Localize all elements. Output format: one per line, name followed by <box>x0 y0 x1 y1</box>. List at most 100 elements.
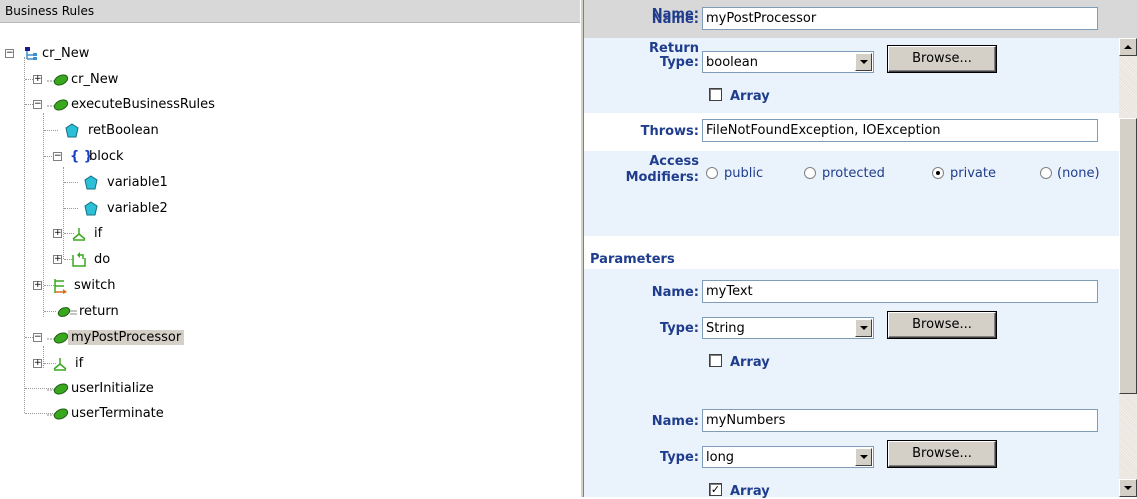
tree-node-cr-new[interactable]: + cr_New <box>0 71 200 89</box>
tree-label: cr_New <box>42 46 90 61</box>
pane-header: Business Rules <box>0 0 580 23</box>
business-rules-pane: Business Rules − cr_New + cr_New − execu… <box>0 0 580 497</box>
tree-label: block <box>89 149 124 164</box>
tree-label: if <box>75 356 84 371</box>
tree-label: return <box>79 304 119 319</box>
do-icon <box>72 252 86 267</box>
tree-node-if[interactable]: + if <box>0 225 200 243</box>
tree-node-block[interactable]: − { } block <box>0 148 200 166</box>
tree-node-variable2[interactable]: variable2 <box>0 200 220 218</box>
tree-label: variable2 <box>107 201 168 216</box>
param-name-label: Name: <box>651 285 699 300</box>
tree-node-cr-new-root[interactable]: − cr_New <box>0 45 200 63</box>
tree-label: userTerminate <box>71 406 164 421</box>
access-option-label: public <box>724 166 764 181</box>
access-label-2: Modifiers: <box>625 170 699 185</box>
access-radio-none[interactable] <box>1040 167 1052 179</box>
return-type-value: boolean <box>706 55 758 70</box>
collapse-icon[interactable]: − <box>5 49 14 58</box>
tree-label: do <box>94 252 111 267</box>
variable-icon <box>84 175 98 190</box>
class-icon <box>25 47 37 60</box>
throws-input[interactable]: FileNotFoundException, IOException <box>702 119 1098 142</box>
param-name-input[interactable]: myText <box>702 280 1098 303</box>
tree-label: myPostProcessor <box>68 330 185 345</box>
access-option-label: protected <box>822 166 885 181</box>
tree-node-if[interactable]: + if <box>0 355 200 373</box>
tree-label: variable1 <box>107 175 168 190</box>
return-type-array-label: Array <box>730 89 770 104</box>
expand-icon[interactable]: + <box>53 255 62 264</box>
tree-node-execute-business-rules[interactable]: − executeBusinessRules <box>0 96 260 114</box>
expand-icon[interactable]: + <box>53 229 62 238</box>
tree-node-variable1[interactable]: variable1 <box>0 174 220 192</box>
method-name-label: Name: <box>651 12 699 27</box>
scroll-up-icon[interactable] <box>1119 38 1137 56</box>
if-icon <box>53 358 67 371</box>
return-type-browse-button[interactable]: Browse... <box>888 46 996 72</box>
param-name-input[interactable]: myNumbers <box>702 409 1098 432</box>
param-type-value: long <box>706 450 735 465</box>
return-type-label-2: Type: <box>659 55 699 70</box>
scroll-down-icon[interactable] <box>1119 479 1137 497</box>
tree-label: userInitialize <box>71 381 154 396</box>
param-type-select[interactable]: long <box>702 446 874 468</box>
param-type-select[interactable]: String <box>702 317 874 339</box>
return-type-label-1: Return <box>649 41 699 56</box>
chevron-down-icon[interactable] <box>855 319 872 337</box>
access-radio-public[interactable] <box>706 167 718 179</box>
switch-icon <box>54 279 67 294</box>
return-icon <box>57 307 77 317</box>
tree-node-switch[interactable]: + switch <box>0 277 200 295</box>
expand-icon[interactable]: + <box>33 281 42 290</box>
tree-label: switch <box>74 278 116 293</box>
method-name-input[interactable]: myPostProcessor <box>702 7 1098 30</box>
param-type-label: Type: <box>659 321 699 336</box>
tree-node-user-terminate[interactable]: userTerminate <box>0 405 220 423</box>
tree-label: executeBusinessRules <box>71 97 215 112</box>
param-type-label: Type: <box>659 450 699 465</box>
tree-label: cr_New <box>71 72 119 87</box>
method-icon <box>47 99 69 111</box>
vertical-scrollbar[interactable] <box>1119 38 1137 497</box>
method-properties-pane: Name: Return Type: boolean Browse... Arr… <box>584 7 1119 499</box>
access-label-1: Access <box>649 154 699 169</box>
param-array-label: Array <box>730 355 770 370</box>
collapse-icon[interactable]: − <box>53 152 62 161</box>
param-array-checkbox[interactable]: ✓ <box>709 483 722 496</box>
param-browse-button[interactable]: Browse... <box>888 312 996 338</box>
expand-icon[interactable]: + <box>33 359 42 368</box>
access-radio-private[interactable] <box>932 167 944 179</box>
method-icon <box>47 408 69 420</box>
param-browse-button[interactable]: Browse... <box>888 441 996 467</box>
tree-node-my-post-processor[interactable]: − myPostProcessor <box>0 329 260 347</box>
param-name-label: Name: <box>651 414 699 429</box>
collapse-icon[interactable]: − <box>33 100 42 109</box>
expand-icon[interactable]: + <box>33 75 42 84</box>
chevron-down-icon[interactable] <box>855 53 872 71</box>
parameters-section-title: Parameters <box>590 252 675 267</box>
access-option-label: private <box>950 166 996 181</box>
access-radio-protected[interactable] <box>804 167 816 179</box>
tree-node-do[interactable]: + do <box>0 251 200 269</box>
tree-label: retBoolean <box>88 123 159 138</box>
return-type-select[interactable]: boolean <box>702 51 874 73</box>
param-type-value: String <box>706 321 745 336</box>
scrollbar-thumb[interactable] <box>1119 118 1137 394</box>
tree-node-user-initialize[interactable]: userInitialize <box>0 380 220 398</box>
tree-node-return[interactable]: return <box>0 303 200 321</box>
collapse-icon[interactable]: − <box>33 333 42 342</box>
variable-icon <box>65 123 79 138</box>
variable-icon <box>84 201 98 216</box>
method-icon <box>47 332 69 344</box>
tree-label: if <box>94 226 103 241</box>
access-option-label: (none) <box>1057 166 1100 181</box>
param-array-checkbox[interactable] <box>709 354 722 367</box>
tree-node-ret-boolean[interactable]: retBoolean <box>0 122 220 140</box>
return-type-array-checkbox[interactable] <box>709 88 722 101</box>
method-icon <box>47 74 69 86</box>
if-icon <box>72 228 86 241</box>
method-icon <box>47 383 69 395</box>
chevron-down-icon[interactable] <box>855 448 872 466</box>
throws-label: Throws: <box>640 124 699 139</box>
